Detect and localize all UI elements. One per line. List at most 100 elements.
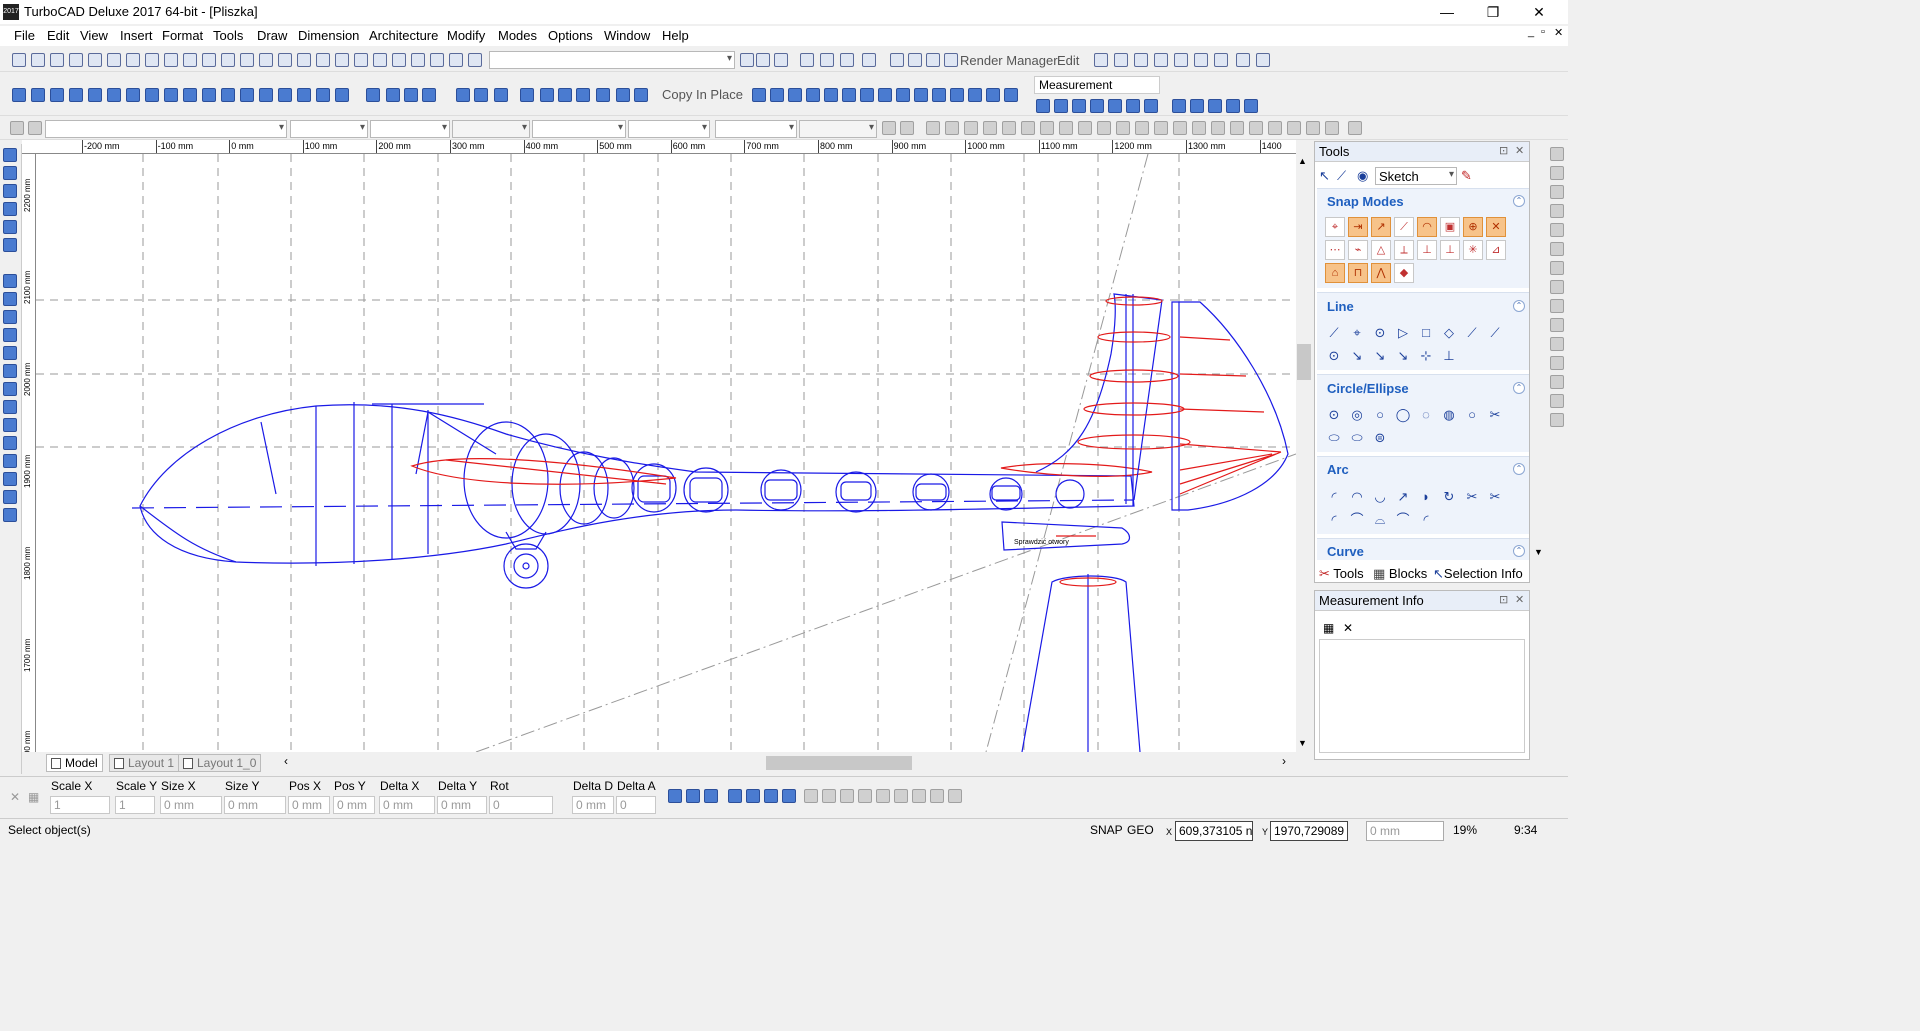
- toolbar-button-icon[interactable]: [31, 53, 45, 67]
- inspector-button-icon[interactable]: [804, 789, 818, 803]
- snap-mode-icon[interactable]: ✕: [1486, 217, 1506, 237]
- inspector-grid-icon[interactable]: ▦: [28, 790, 39, 804]
- toolbar-button-icon[interactable]: [926, 121, 940, 135]
- scroll-thumb[interactable]: [1297, 344, 1311, 380]
- toolbar-button-icon[interactable]: [908, 53, 922, 67]
- dock-tool-icon[interactable]: [1550, 223, 1564, 237]
- brush-combo[interactable]: [452, 120, 530, 138]
- toolbar-button-icon[interactable]: [145, 53, 159, 67]
- toolbar-button-icon[interactable]: [183, 53, 197, 67]
- inspector-close-icon[interactable]: ✕: [10, 790, 20, 804]
- toolbar-button-icon[interactable]: [1134, 53, 1148, 67]
- arc-section-title[interactable]: Arc: [1327, 462, 1349, 477]
- toolbar-button-icon[interactable]: [756, 53, 770, 67]
- draw-tool-icon[interactable]: [3, 310, 17, 324]
- toolbar-button-icon[interactable]: [820, 53, 834, 67]
- toolbar-button-icon[interactable]: [1236, 53, 1250, 67]
- toolbar-button-icon[interactable]: [1256, 53, 1270, 67]
- toolbar-button-icon[interactable]: [164, 53, 178, 67]
- draw-tool-icon[interactable]: [3, 508, 17, 522]
- scroll-up-icon[interactable]: ▲: [1298, 156, 1307, 166]
- draw-tool-icon[interactable]: ✂: [1486, 406, 1504, 424]
- draw-tool-icon[interactable]: [3, 382, 17, 396]
- line-section-title[interactable]: Line: [1327, 299, 1354, 314]
- toolbar-button-icon[interactable]: [411, 53, 425, 67]
- draw-tool-icon[interactable]: ◯: [1394, 406, 1412, 424]
- toolbar-button-icon[interactable]: [386, 88, 400, 102]
- toolbar-button-icon[interactable]: [1244, 99, 1258, 113]
- toolbar-button-icon[interactable]: [50, 88, 64, 102]
- toolbar-button-icon[interactable]: [221, 53, 235, 67]
- toolbar-button-icon[interactable]: [1108, 99, 1122, 113]
- toolbar-button-icon[interactable]: [126, 53, 140, 67]
- measurement-pin-icon[interactable]: ⊡: [1499, 593, 1508, 606]
- draw-tool-icon[interactable]: ⟋: [1463, 324, 1481, 342]
- toolbar-button-icon[interactable]: [986, 88, 1000, 102]
- inspector-button-icon[interactable]: [728, 789, 742, 803]
- toolbar-button-icon[interactable]: [259, 53, 273, 67]
- vertical-scrollbar[interactable]: ▲ ▼: [1296, 154, 1312, 752]
- toolbar-button-icon[interactable]: [1036, 99, 1050, 113]
- toolbar-button-icon[interactable]: [392, 53, 406, 67]
- draw-tool-icon[interactable]: [3, 238, 17, 252]
- toolbar-button-icon[interactable]: [1172, 99, 1186, 113]
- toolbar-button-icon[interactable]: [1249, 121, 1263, 135]
- toolbar-button-icon[interactable]: [1135, 121, 1149, 135]
- toolbar-button-icon[interactable]: [107, 88, 121, 102]
- text-size-combo[interactable]: [799, 120, 877, 138]
- pattern-combo[interactable]: [532, 120, 626, 138]
- toolbar-button-icon[interactable]: [1154, 53, 1168, 67]
- toolbar-button-icon[interactable]: [88, 88, 102, 102]
- toolbar-button-icon[interactable]: [1325, 121, 1339, 135]
- draw-tool-icon[interactable]: ⊙: [1325, 347, 1343, 365]
- snap-mode-icon[interactable]: ◠: [1417, 217, 1437, 237]
- inspector-button-icon[interactable]: [782, 789, 796, 803]
- zoom-level[interactable]: 19%: [1453, 823, 1477, 837]
- draw-tool-icon[interactable]: [3, 346, 17, 360]
- toolbar-button-icon[interactable]: [1287, 121, 1301, 135]
- tab-tools[interactable]: ✂ Tools: [1319, 566, 1364, 582]
- text-style-combo[interactable]: [715, 120, 797, 138]
- draw-tool-icon[interactable]: [3, 472, 17, 486]
- draw-tool-icon[interactable]: [3, 184, 17, 198]
- circle-section-title[interactable]: Circle/Ellipse: [1327, 381, 1409, 396]
- toolbar-button-icon[interactable]: [278, 53, 292, 67]
- toolbar-button-icon[interactable]: [31, 88, 45, 102]
- restore-button[interactable]: ❐: [1470, 0, 1516, 24]
- node-edit-icon[interactable]: ⟋: [1337, 168, 1346, 184]
- render-manager-button[interactable]: Render Manager: [960, 53, 1058, 68]
- palette-settings-icon[interactable]: ✎: [1461, 168, 1472, 184]
- toolbar-button-icon[interactable]: [12, 53, 26, 67]
- sketch-mode-combo[interactable]: Sketch: [1375, 167, 1457, 185]
- panel-scroll-down-icon[interactable]: ▼: [1534, 547, 1543, 557]
- draw-tool-icon[interactable]: ✂: [1463, 488, 1481, 506]
- toolbar-button-icon[interactable]: [202, 53, 216, 67]
- panel-close-icon[interactable]: ✕: [1515, 144, 1524, 157]
- dock-tool-icon[interactable]: [1550, 356, 1564, 370]
- draw-tool-icon[interactable]: [3, 148, 17, 162]
- toolbar-button-icon[interactable]: [240, 88, 254, 102]
- inspector-button-icon[interactable]: [822, 789, 836, 803]
- mdi-restore-icon[interactable]: ▫: [1541, 26, 1545, 38]
- draw-tool-icon[interactable]: ↻: [1440, 488, 1458, 506]
- horizontal-scroll-thumb[interactable]: [766, 756, 912, 770]
- draw-tool-icon[interactable]: [3, 328, 17, 342]
- tab-blocks[interactable]: ▦ Blocks: [1373, 566, 1427, 582]
- toolbar-button-icon[interactable]: [1230, 121, 1244, 135]
- draw-tool-icon[interactable]: ⊹: [1417, 347, 1435, 365]
- toolbar-button-icon[interactable]: [800, 53, 814, 67]
- inspector-button-icon[interactable]: [948, 789, 962, 803]
- toolbar-button-icon[interactable]: [335, 88, 349, 102]
- toolbar-button-icon[interactable]: [520, 88, 534, 102]
- menu-dimension[interactable]: Dimension: [298, 28, 359, 43]
- toolbar-button-icon[interactable]: [474, 88, 488, 102]
- inspector-button-icon[interactable]: [840, 789, 854, 803]
- menu-tools[interactable]: Tools: [213, 28, 243, 43]
- draw-tool-icon[interactable]: ◜: [1325, 488, 1343, 506]
- draw-tool-icon[interactable]: ↘: [1371, 347, 1389, 365]
- toolbar-button-icon[interactable]: [1004, 88, 1018, 102]
- menu-window[interactable]: Window: [604, 28, 650, 43]
- toolbar-button-icon[interactable]: [840, 53, 854, 67]
- draw-tool-icon[interactable]: [3, 454, 17, 468]
- collapse-icon[interactable]: ⌃: [1513, 545, 1525, 557]
